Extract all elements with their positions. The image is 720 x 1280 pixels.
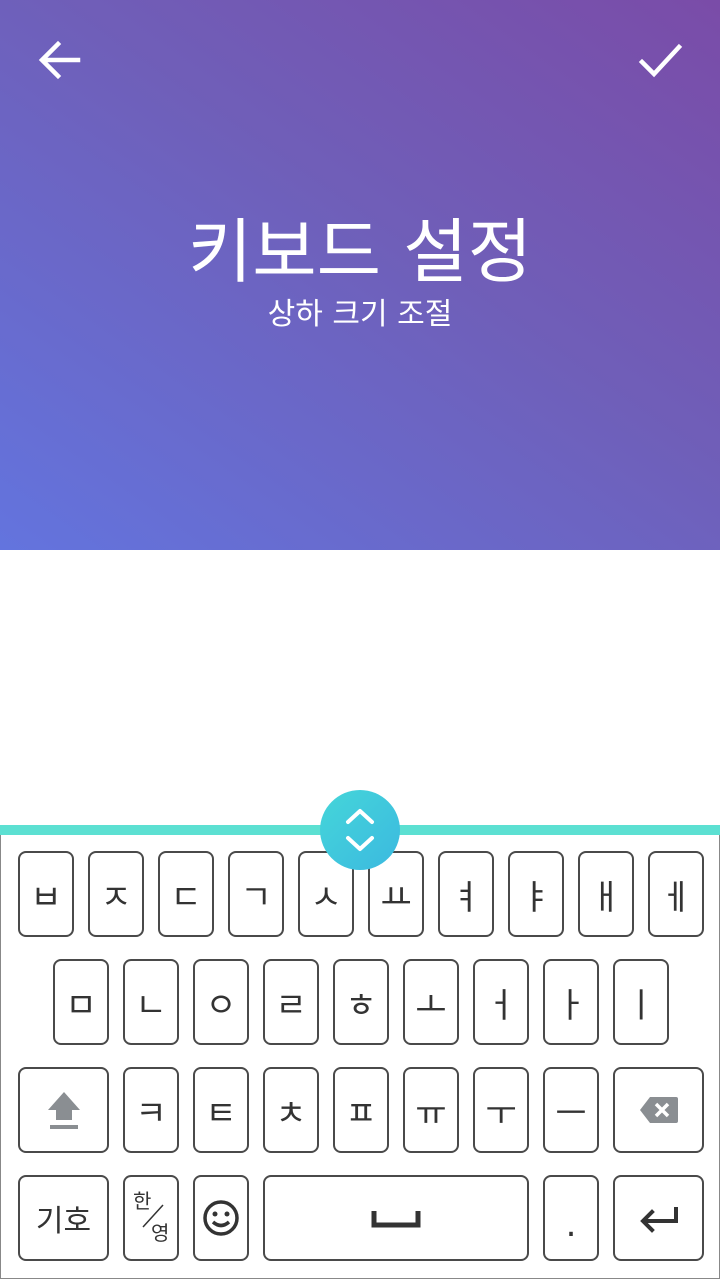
key-row2-7[interactable]: ㅓ xyxy=(473,959,529,1045)
key-label: ㅁ xyxy=(65,985,97,1026)
back-button[interactable] xyxy=(30,32,90,92)
space-bracket-icon xyxy=(371,1211,421,1228)
return-arrow-icon xyxy=(639,1207,678,1233)
key-row3-1[interactable]: ㅋ xyxy=(123,1067,179,1153)
key-label: ㅗ xyxy=(415,985,447,1026)
key-row3-5[interactable]: ㅠ xyxy=(403,1067,459,1153)
key-row3-7[interactable]: ㅡ xyxy=(543,1067,599,1153)
key-row2-8[interactable]: ㅏ xyxy=(543,959,599,1045)
key-label: ㅔ xyxy=(660,877,692,918)
key-label: ㅅ xyxy=(310,877,342,918)
smiley-icon xyxy=(203,1200,239,1236)
emoji-key[interactable] xyxy=(193,1175,249,1261)
checkmark-icon xyxy=(638,43,683,78)
key-row1-4[interactable]: ㄱ xyxy=(228,851,284,937)
arrow-left-icon xyxy=(38,40,81,80)
key-row1-3[interactable]: ㄷ xyxy=(158,851,214,937)
resize-handle[interactable] xyxy=(320,790,400,870)
key-row1-9[interactable]: ㅐ xyxy=(578,851,634,937)
key-row3-3[interactable]: ㅊ xyxy=(263,1067,319,1153)
shift-key[interactable] xyxy=(18,1067,109,1153)
backspace-icon xyxy=(639,1097,678,1123)
key-label: ㅡ xyxy=(555,1093,587,1134)
key-label: ㅌ xyxy=(205,1093,237,1134)
preview-area xyxy=(0,550,720,825)
key-row1-7[interactable]: ㅕ xyxy=(438,851,494,937)
key-label: ㅜ xyxy=(485,1093,517,1134)
key-label: ㄹ xyxy=(275,985,307,1026)
key-label: ㅇ xyxy=(205,985,237,1026)
period-label: . xyxy=(565,1205,577,1245)
chevron-up-down-icon xyxy=(346,809,374,851)
period-key[interactable]: . xyxy=(543,1175,599,1261)
key-label: ㅠ xyxy=(415,1093,447,1134)
key-label: ㅑ xyxy=(520,877,552,918)
symbol-key[interactable]: 기호 xyxy=(18,1175,109,1261)
key-row2-5[interactable]: ㅎ xyxy=(333,959,389,1045)
key-row2-9[interactable]: ㅣ xyxy=(613,959,669,1045)
shift-arrow-icon xyxy=(47,1092,80,1129)
space-key[interactable] xyxy=(263,1175,529,1261)
key-label: ㄱ xyxy=(240,877,272,918)
key-row2-3[interactable]: ㅇ xyxy=(193,959,249,1045)
backspace-key[interactable] xyxy=(613,1067,704,1153)
key-row1-2[interactable]: ㅈ xyxy=(88,851,144,937)
key-row2-2[interactable]: ㄴ xyxy=(123,959,179,1045)
key-row2-6[interactable]: ㅗ xyxy=(403,959,459,1045)
key-label: ㅏ xyxy=(555,985,587,1026)
key-label: ㅍ xyxy=(345,1093,377,1134)
symbol-key-label: 기호 xyxy=(35,1204,92,1239)
key-row2-1[interactable]: ㅁ xyxy=(53,959,109,1045)
key-label: ㅊ xyxy=(275,1093,307,1134)
key-row3-4[interactable]: ㅍ xyxy=(333,1067,389,1153)
key-label: ㅓ xyxy=(485,985,517,1026)
key-row2-4[interactable]: ㄹ xyxy=(263,959,319,1045)
key-label: ㅛ xyxy=(380,877,412,918)
key-label: ㅂ xyxy=(30,877,62,918)
key-label: ㅣ xyxy=(625,985,657,1026)
key-label: ㄷ xyxy=(170,877,202,918)
key-label: ㅕ xyxy=(450,877,482,918)
key-row1-1[interactable]: ㅂ xyxy=(18,851,74,937)
page-subtitle: 상하 크기 조절 xyxy=(267,297,453,332)
key-row1-8[interactable]: ㅑ xyxy=(508,851,564,937)
header-banner: 키보드 설정 상하 크기 조절 xyxy=(0,0,720,550)
slash-divider xyxy=(142,1204,164,1228)
key-row3-6[interactable]: ㅜ xyxy=(473,1067,529,1153)
keyboard-panel: ㅂ ㅈ ㄷ ㄱ ㅅ ㅛ ㅕ ㅑ ㅐ ㅔ ㅁ ㄴ ㅇ ㄹ ㅎ ㅗ ㅓ ㅏ ㅣ ㅋ … xyxy=(0,835,720,1279)
confirm-button[interactable] xyxy=(630,32,690,92)
key-label: ㅐ xyxy=(590,877,622,918)
key-label: ㅎ xyxy=(345,985,377,1026)
key-row3-2[interactable]: ㅌ xyxy=(193,1067,249,1153)
key-label: ㄴ xyxy=(135,985,167,1026)
enter-key[interactable] xyxy=(613,1175,704,1261)
key-label: ㅈ xyxy=(100,877,132,918)
key-row1-10[interactable]: ㅔ xyxy=(648,851,704,937)
page-title: 키보드 설정 xyxy=(187,211,533,293)
key-label: ㅋ xyxy=(135,1093,167,1134)
hanyoung-toggle-key[interactable]: 한 영 xyxy=(123,1175,179,1261)
